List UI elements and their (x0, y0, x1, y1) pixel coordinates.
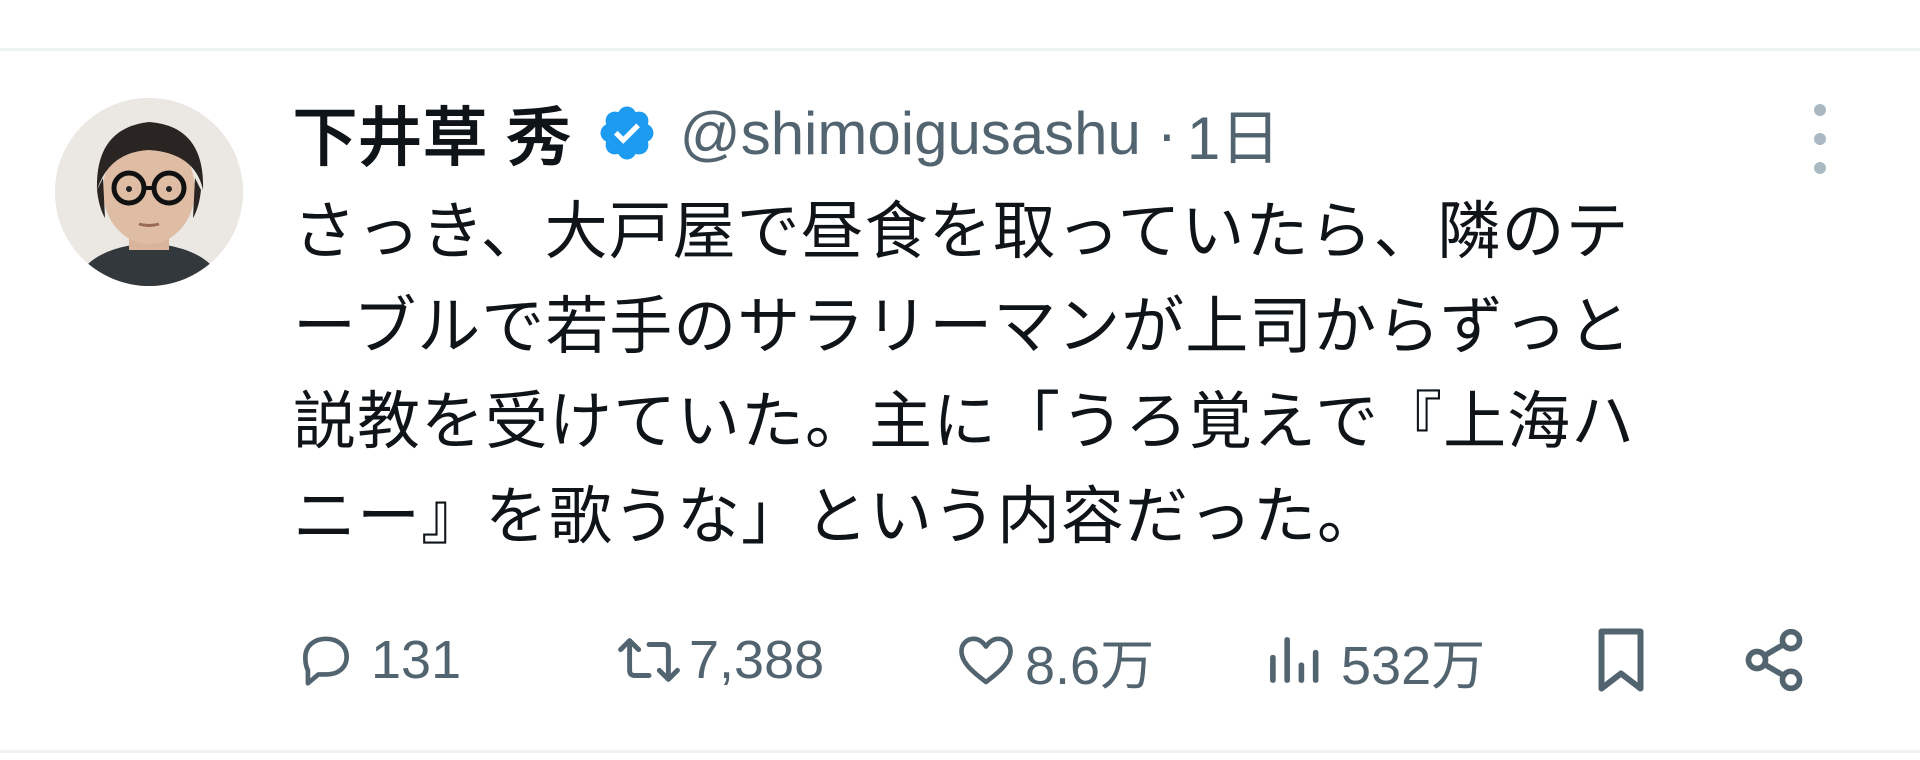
tweet-screen: 下井草 秀 @shimoigusashu · 1日 さっき、大戸屋で昼食を取って… (0, 0, 1920, 760)
action-bar: 131 7,388 8.6万 532万 (295, 620, 1855, 700)
tweet-text-line: ニー』を歌うな」という内容だった。 (293, 482, 1381, 552)
bookmark-button[interactable] (1590, 620, 1652, 700)
retweet-count: 7,388 (689, 630, 825, 690)
display-name[interactable]: 下井草 秀 (293, 87, 572, 179)
tweet-text-line: さっき、大戸屋で昼食を取っていたら、隣のテ (293, 197, 1630, 267)
reply-count: 131 (371, 630, 462, 690)
avatar-image (55, 98, 243, 286)
timestamp[interactable]: 1日 (1187, 90, 1280, 177)
more-dot (1814, 104, 1826, 116)
share-button[interactable] (1740, 620, 1808, 700)
share-icon (1745, 628, 1803, 692)
views-bar-chart-icon (1270, 637, 1319, 683)
bottom-divider (0, 750, 1920, 753)
tweet-text-line: 説教を受けていた。主に「うろ覚えで『上海ハ (293, 387, 1636, 457)
avatar[interactable] (55, 98, 243, 286)
more-vertical-icon[interactable] (1800, 104, 1840, 174)
top-divider (0, 48, 1920, 51)
more-dot (1814, 162, 1826, 174)
bookmark-icon (1598, 628, 1644, 692)
verified-badge-icon (596, 102, 658, 164)
handle[interactable]: @shimoigusashu (680, 99, 1141, 168)
reply-icon (303, 636, 349, 686)
heart-icon (959, 636, 1013, 685)
reply-button[interactable]: 131 (295, 620, 461, 700)
like-count: 8.6万 (1025, 635, 1155, 696)
retweet-icon (618, 638, 680, 682)
views-count: 532万 (1341, 635, 1486, 696)
tweet-text-line: ーブルで若手のサラリーマンが上司からずっと (293, 292, 1632, 362)
tweet-text: さっき、大戸屋で昼食を取っていたら、隣のテ ーブルで若手のサラリーマンが上司から… (293, 185, 1853, 565)
tweet-header: 下井草 秀 @shimoigusashu · 1日 (293, 88, 1280, 178)
like-button[interactable]: 8.6万 (955, 620, 1154, 700)
views-button[interactable]: 532万 (1265, 620, 1485, 700)
more-dot (1814, 133, 1826, 145)
retweet-button[interactable]: 7,388 (615, 620, 824, 700)
header-separator: · (1156, 99, 1177, 167)
